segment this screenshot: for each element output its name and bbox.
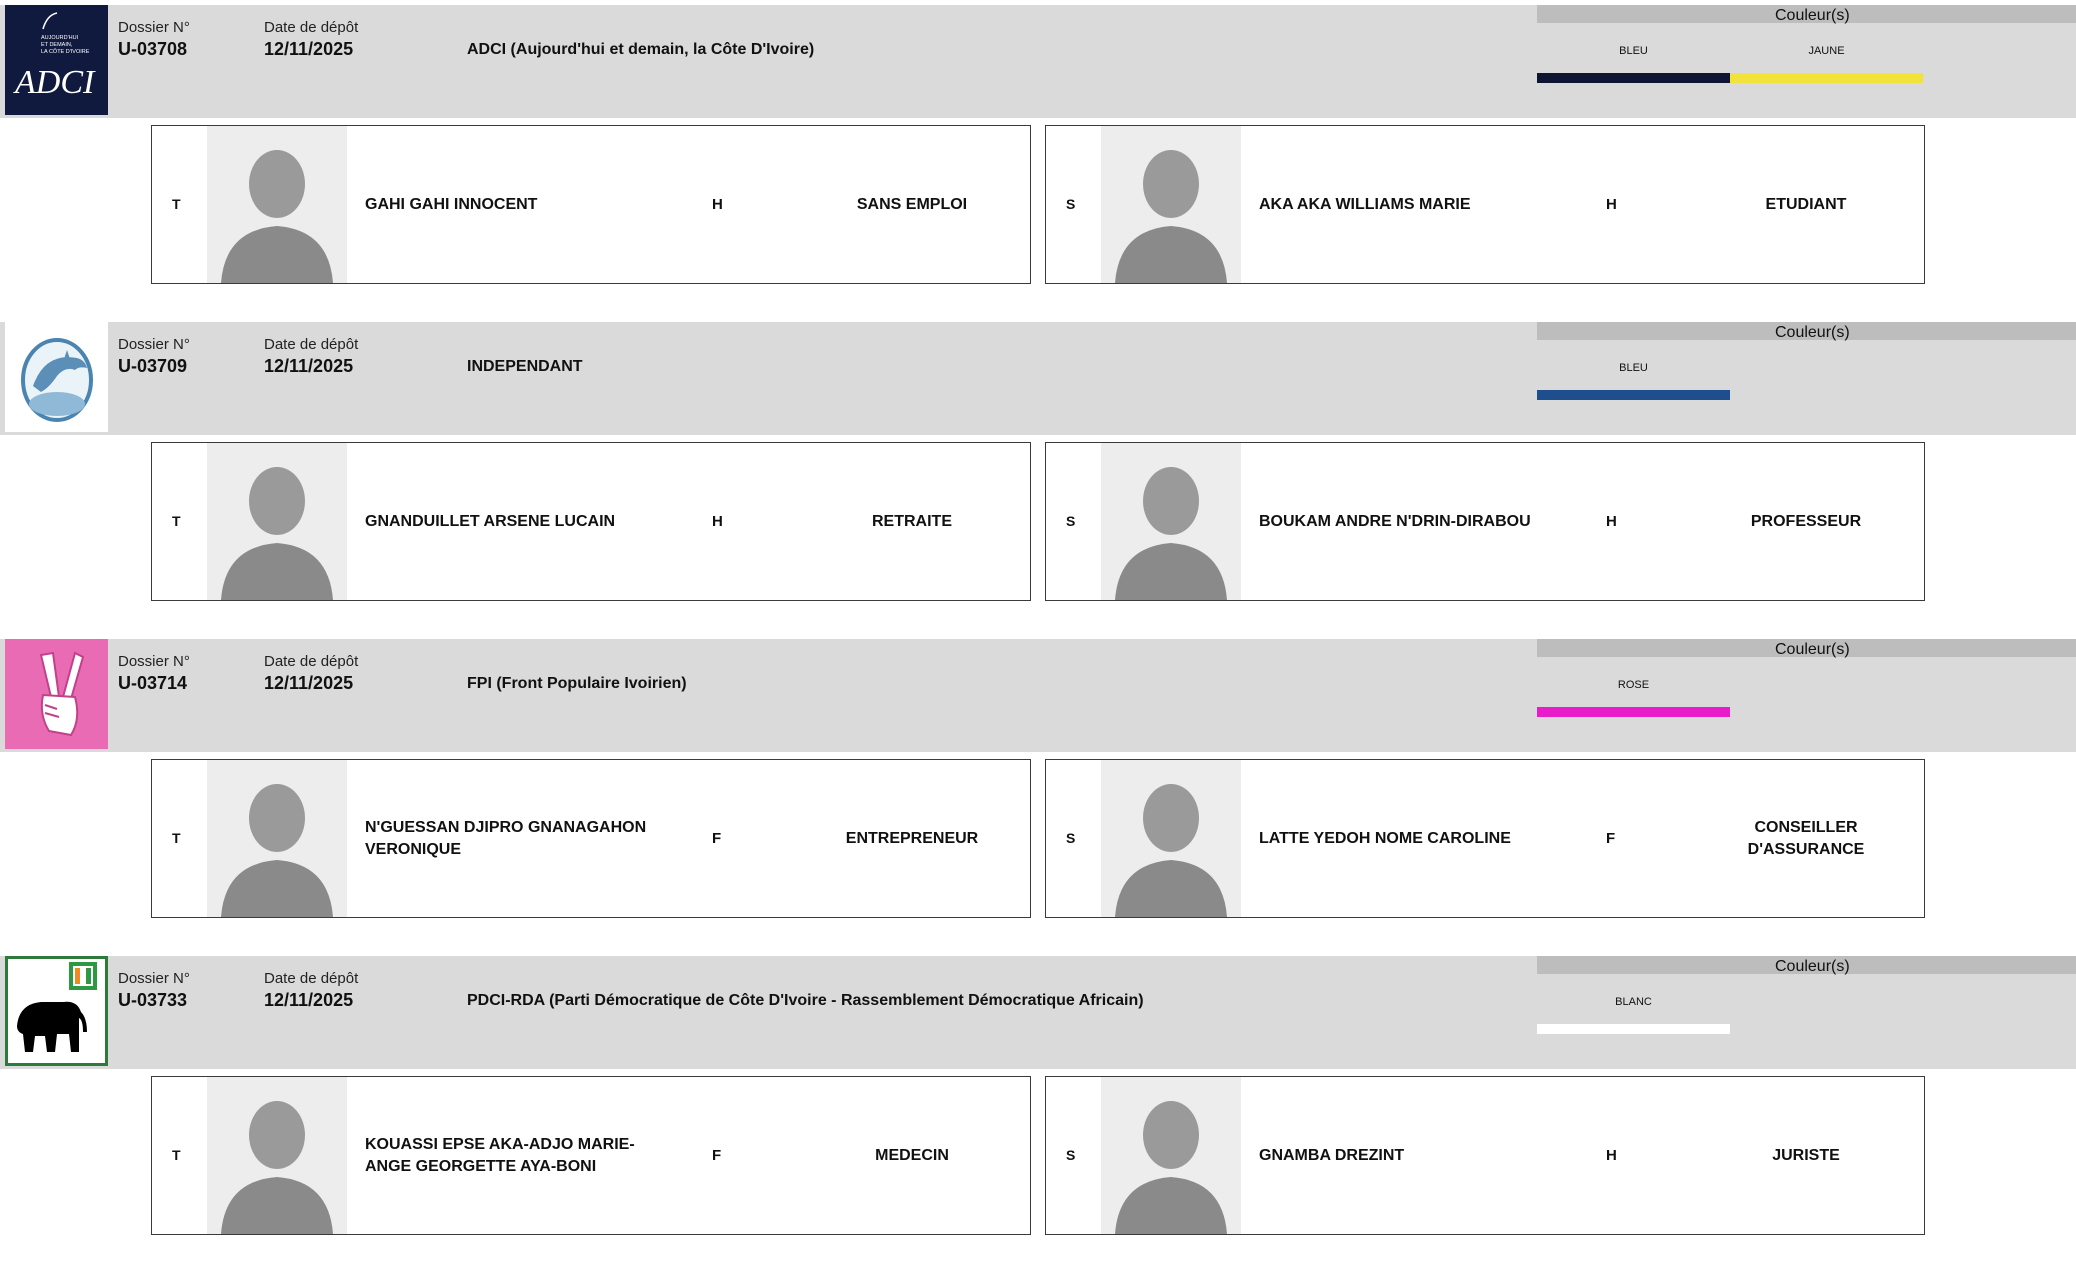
candidate-name: GAHI GAHI INNOCENT	[365, 195, 538, 213]
candidate-card: S LATTE YEDOH NOME CAROLINE F CONSEILLER…	[1045, 759, 1925, 918]
candidate-occupation: ENTREPRENEUR	[845, 829, 979, 847]
color-swatch: BLANC	[1537, 956, 1730, 1066]
candidate-gender: F	[712, 830, 722, 847]
party-name: ADCI (Aujourd'hui et demain, la Côte D'I…	[467, 41, 815, 58]
candidate-role: S	[1066, 830, 1076, 846]
color-swatch: ROSE	[1537, 639, 1730, 749]
candidate-occupation: ETUDIANT	[1765, 195, 1847, 213]
candidate-gender: F	[1606, 830, 1616, 847]
dossier-label: Dossier N°	[118, 19, 190, 36]
candidate-entry: AUJOURD'HUI ET DEMAIN, LA CÔTE D'IVOIRE …	[0, 5, 2076, 315]
party-name: PDCI-RDA (Parti Démocratique de Côte D'I…	[467, 992, 1144, 1009]
candidate-occupation: RETRAITE	[872, 512, 952, 530]
candidate-photo	[1101, 443, 1241, 600]
candidate-card: T GNANDUILLET ARSENE LUCAIN H RETRAITE	[151, 442, 1031, 601]
candidate-card: T N'GUESSAN DJIPRO GNANAGAHON VERONIQUE …	[151, 759, 1031, 918]
candidate-card: S AKA AKA WILLIAMS MARIE H ETUDIANT	[1045, 125, 1925, 284]
candidate-role: T	[172, 1147, 181, 1163]
color-swatch: JAUNE	[1730, 5, 1923, 115]
candidate-occupation: CONSEILLER D'ASSURANCE	[1747, 818, 1865, 858]
candidate-card: T KOUASSI EPSE AKA-ADJO MARIE-ANGE GEORG…	[151, 1076, 1031, 1235]
dossier-number: U-03733	[118, 990, 188, 1010]
color-swatch: BLEU	[1537, 322, 1730, 432]
colors-title: Couleur(s)	[1775, 958, 1850, 975]
candidate-gender: H	[712, 513, 723, 530]
adci-logo-subtext-1: AUJOURD'HUI	[41, 35, 79, 41]
candidate-photo	[207, 126, 347, 283]
color-bar	[1537, 73, 1730, 83]
color-name: ROSE	[1617, 679, 1650, 691]
dossier-label: Dossier N°	[118, 970, 190, 987]
candidate-card: T GAHI GAHI INNOCENT H SANS EMPLOI	[151, 125, 1031, 284]
color-bar	[1537, 390, 1730, 400]
candidate-gender: H	[1606, 1147, 1617, 1164]
candidate-photo	[1101, 1077, 1241, 1234]
dossier-label: Dossier N°	[118, 653, 190, 670]
candidate-name: LATTE YEDOH NOME CAROLINE	[1259, 829, 1511, 847]
color-name: BLEU	[1619, 45, 1648, 57]
filing-date: 12/11/2025	[264, 356, 354, 376]
dossier-number: U-03709	[118, 356, 188, 376]
filing-date: 12/11/2025	[264, 39, 354, 59]
date-label: Date de dépôt	[264, 19, 359, 36]
color-name: BLANC	[1615, 996, 1652, 1008]
candidate-card: S BOUKAM ANDRE N'DRIN-DIRABOU H PROFESSE…	[1045, 442, 1925, 601]
candidate-entry: Dossier N° U-03709 Date de dépôt 12/11/2…	[0, 322, 2076, 632]
color-swatch: BLEU	[1537, 5, 1730, 115]
color-name: JAUNE	[1808, 45, 1845, 57]
candidate-card: S GNAMBA DREZINT H JURISTE	[1045, 1076, 1925, 1235]
date-label: Date de dépôt	[264, 970, 359, 987]
elephant-logo	[5, 956, 108, 1066]
candidate-role: T	[172, 513, 181, 529]
party-name: INDEPENDANT	[467, 358, 583, 375]
candidate-role: S	[1066, 513, 1076, 529]
date-label: Date de dépôt	[264, 653, 359, 670]
candidate-photo	[207, 443, 347, 600]
party-name: FPI (Front Populaire Ivoirien)	[467, 675, 687, 692]
adci-logo-subtext-3: LA CÔTE D'IVOIRE	[41, 48, 90, 55]
filing-date: 12/11/2025	[264, 990, 354, 1010]
candidate-name: GNANDUILLET ARSENE LUCAIN	[365, 512, 616, 530]
filing-date: 12/11/2025	[264, 673, 354, 693]
candidate-photo	[207, 1077, 347, 1234]
candidate-occupation: JURISTE	[1772, 1146, 1840, 1164]
color-bar	[1730, 73, 1923, 83]
date-label: Date de dépôt	[264, 336, 359, 353]
victory-hand-logo	[5, 639, 108, 749]
color-bar	[1537, 707, 1730, 717]
candidate-photo	[207, 760, 347, 917]
adci-logo-text: ADCI	[13, 64, 96, 101]
candidate-name: N'GUESSAN DJIPRO GNANAGAHON VERONIQUE	[365, 818, 647, 858]
candidate-name: GNAMBA DREZINT	[1259, 1146, 1405, 1164]
dossier-label: Dossier N°	[118, 336, 190, 353]
dolphin-logo	[5, 322, 108, 432]
candidate-gender: H	[1606, 513, 1617, 530]
candidate-name: KOUASSI EPSE AKA-ADJO MARIE-ANGE GEORGET…	[365, 1135, 635, 1175]
color-name: BLEU	[1619, 362, 1648, 374]
adci-logo: AUJOURD'HUI ET DEMAIN, LA CÔTE D'IVOIRE …	[5, 5, 108, 115]
candidate-role: T	[172, 196, 181, 212]
candidate-photo	[1101, 760, 1241, 917]
candidate-role: T	[172, 830, 181, 846]
candidate-list-page: AUJOURD'HUI ET DEMAIN, LA CÔTE D'IVOIRE …	[0, 0, 2076, 1235]
colors-title: Couleur(s)	[1775, 324, 1850, 341]
candidate-role: S	[1066, 196, 1076, 212]
candidate-gender: H	[712, 196, 723, 213]
candidate-entry: Dossier N° U-03733 Date de dépôt 12/11/2…	[0, 956, 2076, 1266]
candidate-entry: Dossier N° U-03714 Date de dépôt 12/11/2…	[0, 639, 2076, 949]
candidate-photo	[1101, 126, 1241, 283]
candidate-name: AKA AKA WILLIAMS MARIE	[1259, 195, 1471, 213]
candidate-name: BOUKAM ANDRE N'DRIN-DIRABOU	[1259, 512, 1531, 530]
candidate-occupation: SANS EMPLOI	[856, 195, 968, 213]
colors-title: Couleur(s)	[1775, 641, 1850, 658]
candidate-role: S	[1066, 1147, 1076, 1163]
dossier-number: U-03708	[118, 39, 188, 59]
candidate-occupation: PROFESSEUR	[1750, 512, 1862, 530]
color-bar	[1537, 1024, 1730, 1034]
adci-logo-subtext-2: ET DEMAIN,	[41, 42, 73, 48]
candidate-gender: H	[1606, 196, 1617, 213]
candidate-occupation: MEDECIN	[875, 1146, 949, 1164]
candidate-gender: F	[712, 1147, 722, 1164]
dossier-number: U-03714	[118, 673, 188, 693]
